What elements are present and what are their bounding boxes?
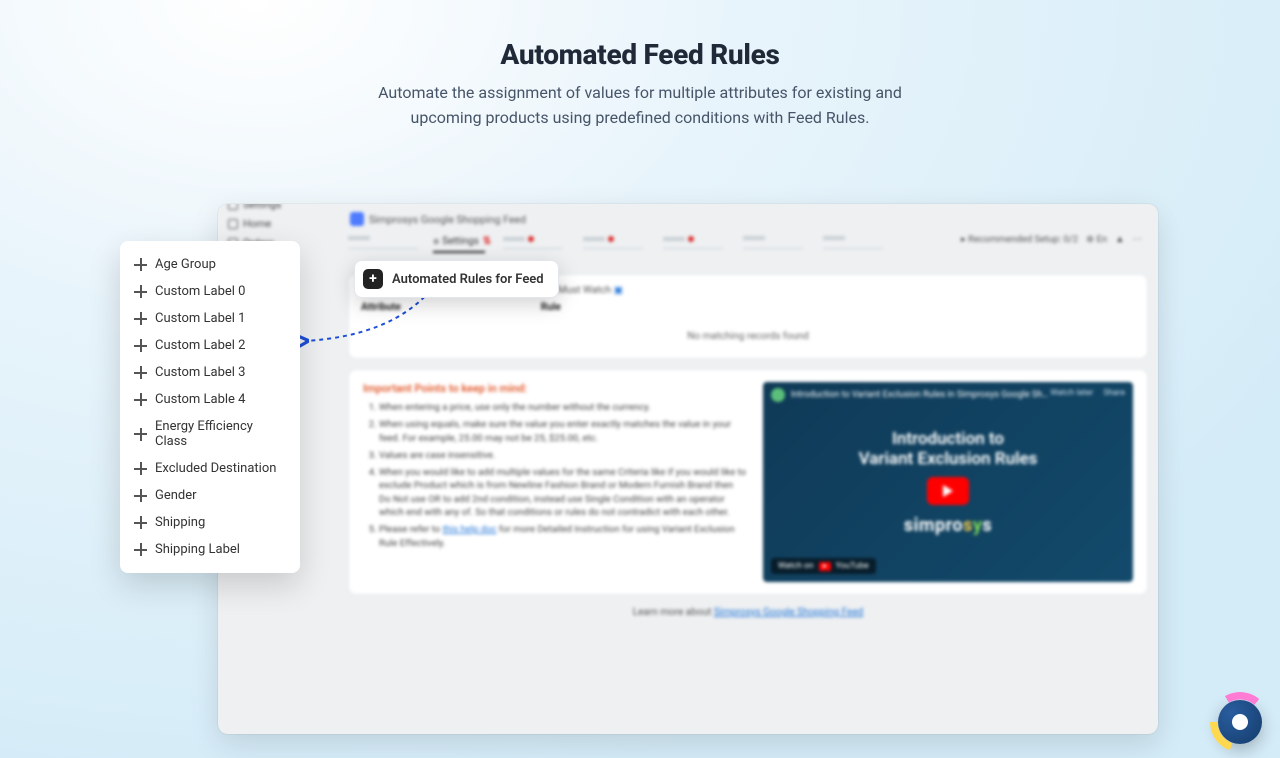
sidebar-label: Home: [243, 217, 271, 230]
plus-icon: [134, 285, 147, 298]
app-header: Simprosys Google Shopping Feed: [348, 210, 1148, 232]
sidebar-label: Settings: [243, 204, 281, 211]
header-right: ▸ Recommended Setup: 0/2 ⊕ En ▲ ⋯: [961, 234, 1142, 245]
attribute-item[interactable]: Excluded Destination: [120, 455, 300, 482]
attribute-label: Shipping: [155, 515, 205, 530]
attribute-list-popup: Age Group Custom Label 0 Custom Label 1 Cus…: [120, 241, 300, 573]
play-icon[interactable]: [927, 477, 969, 505]
attribute-label: Gender: [155, 488, 197, 503]
user-icon[interactable]: ▲: [1115, 234, 1124, 245]
help-doc-link[interactable]: this help doc: [443, 524, 497, 535]
plus-icon: [134, 312, 147, 325]
page-title: Automated Feed Rules: [0, 38, 1280, 71]
intro-video[interactable]: Introduction to Variant Exclusion Rules …: [763, 382, 1133, 582]
gear-icon: [228, 204, 238, 210]
plus-icon: [134, 516, 147, 529]
attribute-label: Custom Label 2: [155, 338, 245, 353]
note-item: Please refer to this help doc for more D…: [379, 523, 747, 550]
tab-row: ⚙Settings⇅ ▸ Recommended Setup: 0/2 ⊕ En…: [348, 234, 1148, 256]
automated-rules-button[interactable]: + Automated Rules for Feed: [354, 260, 559, 298]
attribute-label: Age Group: [155, 257, 216, 272]
note-item: When you would like to add multiple valu…: [379, 466, 747, 519]
youtube-icon: [819, 562, 831, 571]
attribute-label: Excluded Destination: [155, 461, 276, 476]
more-icon[interactable]: ⋯: [1133, 234, 1143, 245]
chat-widget[interactable]: [1218, 700, 1262, 744]
attribute-label: Custom Label 3: [155, 365, 245, 380]
attribute-item[interactable]: Gender: [120, 482, 300, 509]
subtitle-line-2: upcoming products using predefined condi…: [411, 108, 870, 127]
attribute-item[interactable]: Custom Label 1: [120, 305, 300, 332]
app-title: Simprosys Google Shopping Feed: [369, 213, 526, 226]
note-item: When entering a price, use only the numb…: [379, 401, 747, 414]
plus-icon: [134, 489, 147, 502]
subtitle-line-1: Automate the assignment of values for mu…: [378, 83, 902, 102]
video-brand: simprosys: [904, 515, 992, 536]
col-rule: Rule: [541, 302, 561, 313]
attribute-item[interactable]: Custom Label 2: [120, 332, 300, 359]
app-main: Simprosys Google Shopping Feed ⚙Settings…: [338, 204, 1158, 220]
plus-icon: [134, 339, 147, 352]
admin-sidebar: Home Orders Settings: [218, 204, 338, 224]
sidebar-item-home[interactable]: Home: [226, 214, 330, 233]
learn-more: Learn more about Simprosys Google Shoppi…: [348, 607, 1148, 618]
lang-selector[interactable]: ⊕ En: [1086, 234, 1107, 245]
page-subtitle: Automate the assignment of values for mu…: [0, 81, 1280, 131]
attribute-item[interactable]: Age Group: [120, 251, 300, 278]
plus-icon: [134, 462, 147, 475]
info-panel: Important Points to keep in mind: When e…: [348, 369, 1148, 595]
home-icon: [228, 219, 238, 229]
attribute-item[interactable]: Energy Efficiency Class: [120, 413, 300, 455]
video-heading-2: Variant Exclusion Rules: [859, 449, 1038, 469]
chat-halo: [1210, 692, 1270, 752]
button-label: Automated Rules for Feed: [392, 272, 544, 287]
recommended-setup[interactable]: Recommended Setup: 0/2: [968, 234, 1078, 245]
video-heading-1: Introduction to: [892, 429, 1004, 449]
plus-icon: [134, 393, 147, 406]
panel-subhead: iles – Must Watch ▣: [531, 285, 1135, 296]
attribute-label: Custom Label 1: [155, 311, 245, 326]
empty-state: No matching records found: [361, 331, 1135, 342]
plus-icon: [134, 543, 147, 556]
plus-icon: [134, 366, 147, 379]
attribute-label: Custom Label 0: [155, 284, 245, 299]
sidebar-item-settings[interactable]: Settings: [226, 204, 283, 214]
plus-icon: +: [363, 269, 383, 289]
note-item: Values are case insensitive.: [379, 449, 747, 462]
tab-settings[interactable]: ⚙Settings⇅: [433, 236, 491, 247]
note-item: When using equals, make sure the value y…: [379, 418, 747, 445]
col-attribute: Attribute: [361, 302, 401, 313]
attribute-item[interactable]: Shipping: [120, 509, 300, 536]
app-logo-icon: [350, 212, 364, 226]
plus-icon: [134, 258, 147, 271]
watch-on-youtube[interactable]: Watch onYouTube: [771, 558, 876, 574]
attribute-item[interactable]: Custom Label 3: [120, 359, 300, 386]
attribute-label: Shipping Label: [155, 542, 240, 557]
attribute-item[interactable]: Custom Label 0: [120, 278, 300, 305]
notes-title: Important Points to keep in mind:: [363, 382, 747, 395]
attribute-label: Custom Lable 4: [155, 392, 245, 407]
tab-label: Settings: [442, 236, 479, 247]
attribute-item[interactable]: Shipping Label: [120, 536, 300, 563]
plus-icon: [134, 428, 147, 441]
learn-more-link[interactable]: Simprosys Google Shopping Feed: [714, 607, 863, 618]
attribute-label: Energy Efficiency Class: [155, 419, 286, 449]
attribute-item[interactable]: Custom Lable 4: [120, 386, 300, 413]
important-notes: Important Points to keep in mind: When e…: [363, 382, 747, 582]
